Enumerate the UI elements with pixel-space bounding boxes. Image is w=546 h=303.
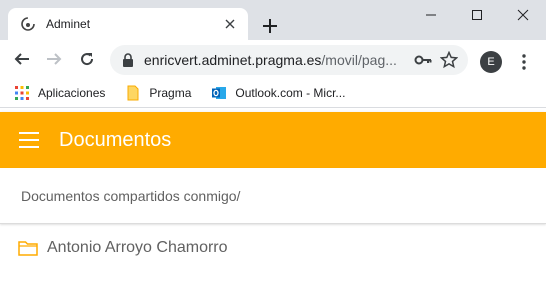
app-header: Documentos [0, 112, 546, 168]
url-path: /movil/pag... [321, 52, 397, 68]
new-tab-plus-icon[interactable] [258, 14, 282, 38]
key-icon[interactable] [414, 51, 432, 69]
folder-icon [127, 85, 139, 100]
maximize-icon[interactable] [454, 0, 500, 30]
bookmark-outlook[interactable]: Outlook.com - Micr... [211, 85, 345, 101]
outlook-icon [212, 86, 227, 99]
profile-avatar[interactable]: E [480, 51, 502, 73]
bookmark-label: Aplicaciones [38, 85, 106, 100]
document-list: Antonio Arroyo Chamorro [0, 226, 546, 270]
bookmark-aplicaciones[interactable]: Aplicaciones [14, 85, 105, 101]
browser-tab[interactable]: Adminet [8, 8, 248, 40]
tab-title: Adminet [46, 17, 91, 31]
browser-tabstrip: Adminet [0, 0, 546, 40]
bookmarks-bar: Aplicaciones Pragma Outlook.com - Micr..… [0, 78, 546, 108]
tab-close-icon[interactable] [222, 16, 238, 32]
url-host: enricvert.adminet.pragma.es [144, 52, 322, 68]
bookmark-label: Outlook.com - Micr... [235, 85, 346, 100]
bookmark-star-icon[interactable] [440, 51, 458, 69]
page-title: Documentos [59, 128, 172, 151]
lock-icon [123, 53, 133, 67]
url-text: enricvert.adminet.pragma.es/movil/pag... [144, 52, 406, 68]
address-bar[interactable]: enricvert.adminet.pragma.es/movil/pag... [110, 45, 468, 75]
folder-name: Antonio Arroyo Chamorro [47, 239, 228, 256]
browser-menu-icon[interactable] [515, 52, 533, 72]
bookmark-label: Pragma [149, 85, 192, 100]
minimize-icon[interactable] [408, 0, 454, 30]
close-window-icon[interactable] [500, 0, 546, 30]
adminet-favicon-icon [21, 17, 35, 31]
breadcrumb: Documentos compartidos conmigo/ [0, 168, 546, 224]
apps-grid-icon [15, 85, 29, 100]
bookmark-pragma[interactable]: Pragma [125, 85, 191, 101]
folder-outline-icon [18, 241, 38, 256]
back-arrow-icon[interactable] [10, 47, 34, 71]
hamburger-menu-icon[interactable] [19, 132, 39, 148]
forward-arrow-icon[interactable] [42, 47, 66, 71]
reload-icon[interactable] [75, 47, 99, 71]
window-controls [408, 0, 546, 30]
browser-toolbar: enricvert.adminet.pragma.es/movil/pag...… [0, 40, 546, 78]
folder-item[interactable]: Antonio Arroyo Chamorro [0, 226, 546, 270]
